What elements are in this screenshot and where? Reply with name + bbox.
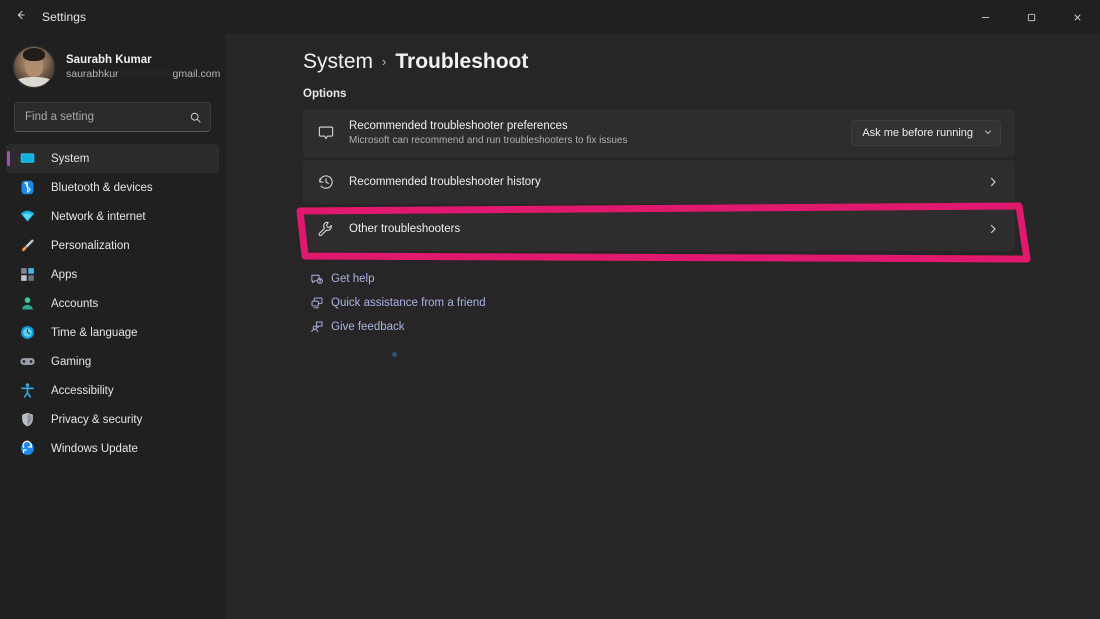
- link-label: Quick assistance from a friend: [331, 297, 486, 309]
- bluetooth-icon: [18, 178, 37, 197]
- card-title: Recommended troubleshooter history: [349, 175, 987, 190]
- search-input[interactable]: [15, 111, 189, 123]
- link-quick-assistance[interactable]: Quick assistance from a friend: [303, 291, 1100, 315]
- profile-email-suffix: gmail.com: [173, 68, 221, 80]
- settings-card-list: Recommended troubleshooter preferences M…: [303, 109, 1015, 251]
- minimize-button[interactable]: [962, 0, 1008, 34]
- page-title: Troubleshoot: [395, 50, 528, 74]
- remote-assist-icon: [303, 296, 331, 310]
- breadcrumb-parent[interactable]: System: [303, 50, 373, 74]
- card-title: Recommended troubleshooter preferences: [349, 119, 851, 134]
- sidebar-item-network-internet[interactable]: Network & internet: [6, 202, 219, 231]
- accounts-icon: [18, 294, 37, 313]
- chevron-right-icon: [987, 223, 1001, 235]
- wrench-icon: [303, 220, 349, 238]
- sidebar-item-personalization[interactable]: Personalization: [6, 231, 219, 260]
- sidebar-item-label: Time & language: [51, 327, 138, 339]
- link-label: Give feedback: [331, 321, 405, 333]
- avatar: [14, 47, 54, 87]
- profile-email: saurabhkur gmail.com: [66, 68, 220, 81]
- blue-dot-artifact: [392, 352, 397, 357]
- main-content: System › Troubleshoot Options Recommende…: [225, 34, 1100, 619]
- gamepad-icon: [18, 352, 37, 371]
- maximize-button[interactable]: [1008, 0, 1054, 34]
- network-icon: [18, 207, 37, 226]
- help-icon: [303, 272, 331, 286]
- sidebar-item-apps[interactable]: Apps: [6, 260, 219, 289]
- chevron-right-icon: [987, 176, 1001, 188]
- email-redaction: [120, 69, 172, 78]
- back-arrow-icon: [14, 8, 28, 26]
- sidebar-item-label: Windows Update: [51, 443, 138, 455]
- shield-icon: [18, 410, 37, 429]
- search-box[interactable]: [14, 102, 211, 132]
- sidebar-item-privacy-security[interactable]: Privacy & security: [6, 405, 219, 434]
- breadcrumb: System › Troubleshoot: [225, 34, 1100, 74]
- sidebar-item-label: System: [51, 153, 89, 165]
- sidebar-item-label: Accessibility: [51, 385, 114, 397]
- sidebar-nav: System Bluetooth & devices: [0, 144, 225, 463]
- sidebar-item-label: Apps: [51, 269, 77, 281]
- sidebar-item-label: Network & internet: [51, 211, 146, 223]
- window-controls: [962, 0, 1100, 34]
- sidebar-item-label: Accounts: [51, 298, 98, 310]
- paintbrush-icon: [18, 236, 37, 255]
- search-area: [0, 94, 225, 132]
- recommended-troubleshooter-preferences-dropdown[interactable]: Ask me before running: [851, 120, 1001, 146]
- section-label-options: Options: [225, 74, 1100, 100]
- settings-window: Settings Saurabh Kumar saurabhkur gmail.c…: [0, 0, 1100, 619]
- help-links: Get help Quick assistance from a friend: [303, 267, 1100, 339]
- card-other-troubleshooters[interactable]: Other troubleshooters: [303, 207, 1015, 251]
- sidebar-item-gaming[interactable]: Gaming: [6, 347, 219, 376]
- breadcrumb-separator: ›: [382, 54, 386, 69]
- sidebar-item-bluetooth-devices[interactable]: Bluetooth & devices: [6, 173, 219, 202]
- link-label: Get help: [331, 273, 374, 285]
- feedback-icon: [303, 320, 331, 334]
- profile-name: Saurabh Kumar: [66, 53, 220, 67]
- card-title: Other troubleshooters: [349, 222, 987, 237]
- windows-update-icon: [18, 439, 37, 458]
- chevron-down-icon: [983, 127, 993, 139]
- sidebar-item-system[interactable]: System: [6, 144, 219, 173]
- back-button[interactable]: [4, 0, 38, 34]
- sidebar-item-label: Gaming: [51, 356, 91, 368]
- sidebar-item-label: Privacy & security: [51, 414, 142, 426]
- window-title: Settings: [42, 10, 86, 24]
- sidebar-item-label: Bluetooth & devices: [51, 182, 153, 194]
- clock-globe-icon: [18, 323, 37, 342]
- sidebar-item-accessibility[interactable]: Accessibility: [6, 376, 219, 405]
- history-clock-icon: [303, 173, 349, 191]
- card-recommended-troubleshooter-preferences[interactable]: Recommended troubleshooter preferences M…: [303, 109, 1015, 157]
- card-recommended-troubleshooter-history[interactable]: Recommended troubleshooter history: [303, 160, 1015, 204]
- sidebar-item-windows-update[interactable]: Windows Update: [6, 434, 219, 463]
- speech-bubble-icon: [303, 124, 349, 142]
- sidebar-item-label: Personalization: [51, 240, 130, 252]
- sidebar: Saurabh Kumar saurabhkur gmail.com: [0, 34, 225, 619]
- dropdown-value: Ask me before running: [862, 127, 973, 139]
- profile-block[interactable]: Saurabh Kumar saurabhkur gmail.com: [0, 34, 225, 94]
- link-get-help[interactable]: Get help: [303, 267, 1100, 291]
- close-button[interactable]: [1054, 0, 1100, 34]
- search-icon: [189, 111, 212, 124]
- sidebar-item-time-language[interactable]: Time & language: [6, 318, 219, 347]
- card-subtitle: Microsoft can recommend and run troubles…: [349, 134, 851, 147]
- link-give-feedback[interactable]: Give feedback: [303, 315, 1100, 339]
- apps-icon: [18, 265, 37, 284]
- accessibility-icon: [18, 381, 37, 400]
- profile-email-prefix: saurabhkur: [66, 68, 119, 80]
- system-icon: [18, 149, 37, 168]
- sidebar-item-accounts[interactable]: Accounts: [6, 289, 219, 318]
- title-bar: Settings: [0, 0, 1100, 34]
